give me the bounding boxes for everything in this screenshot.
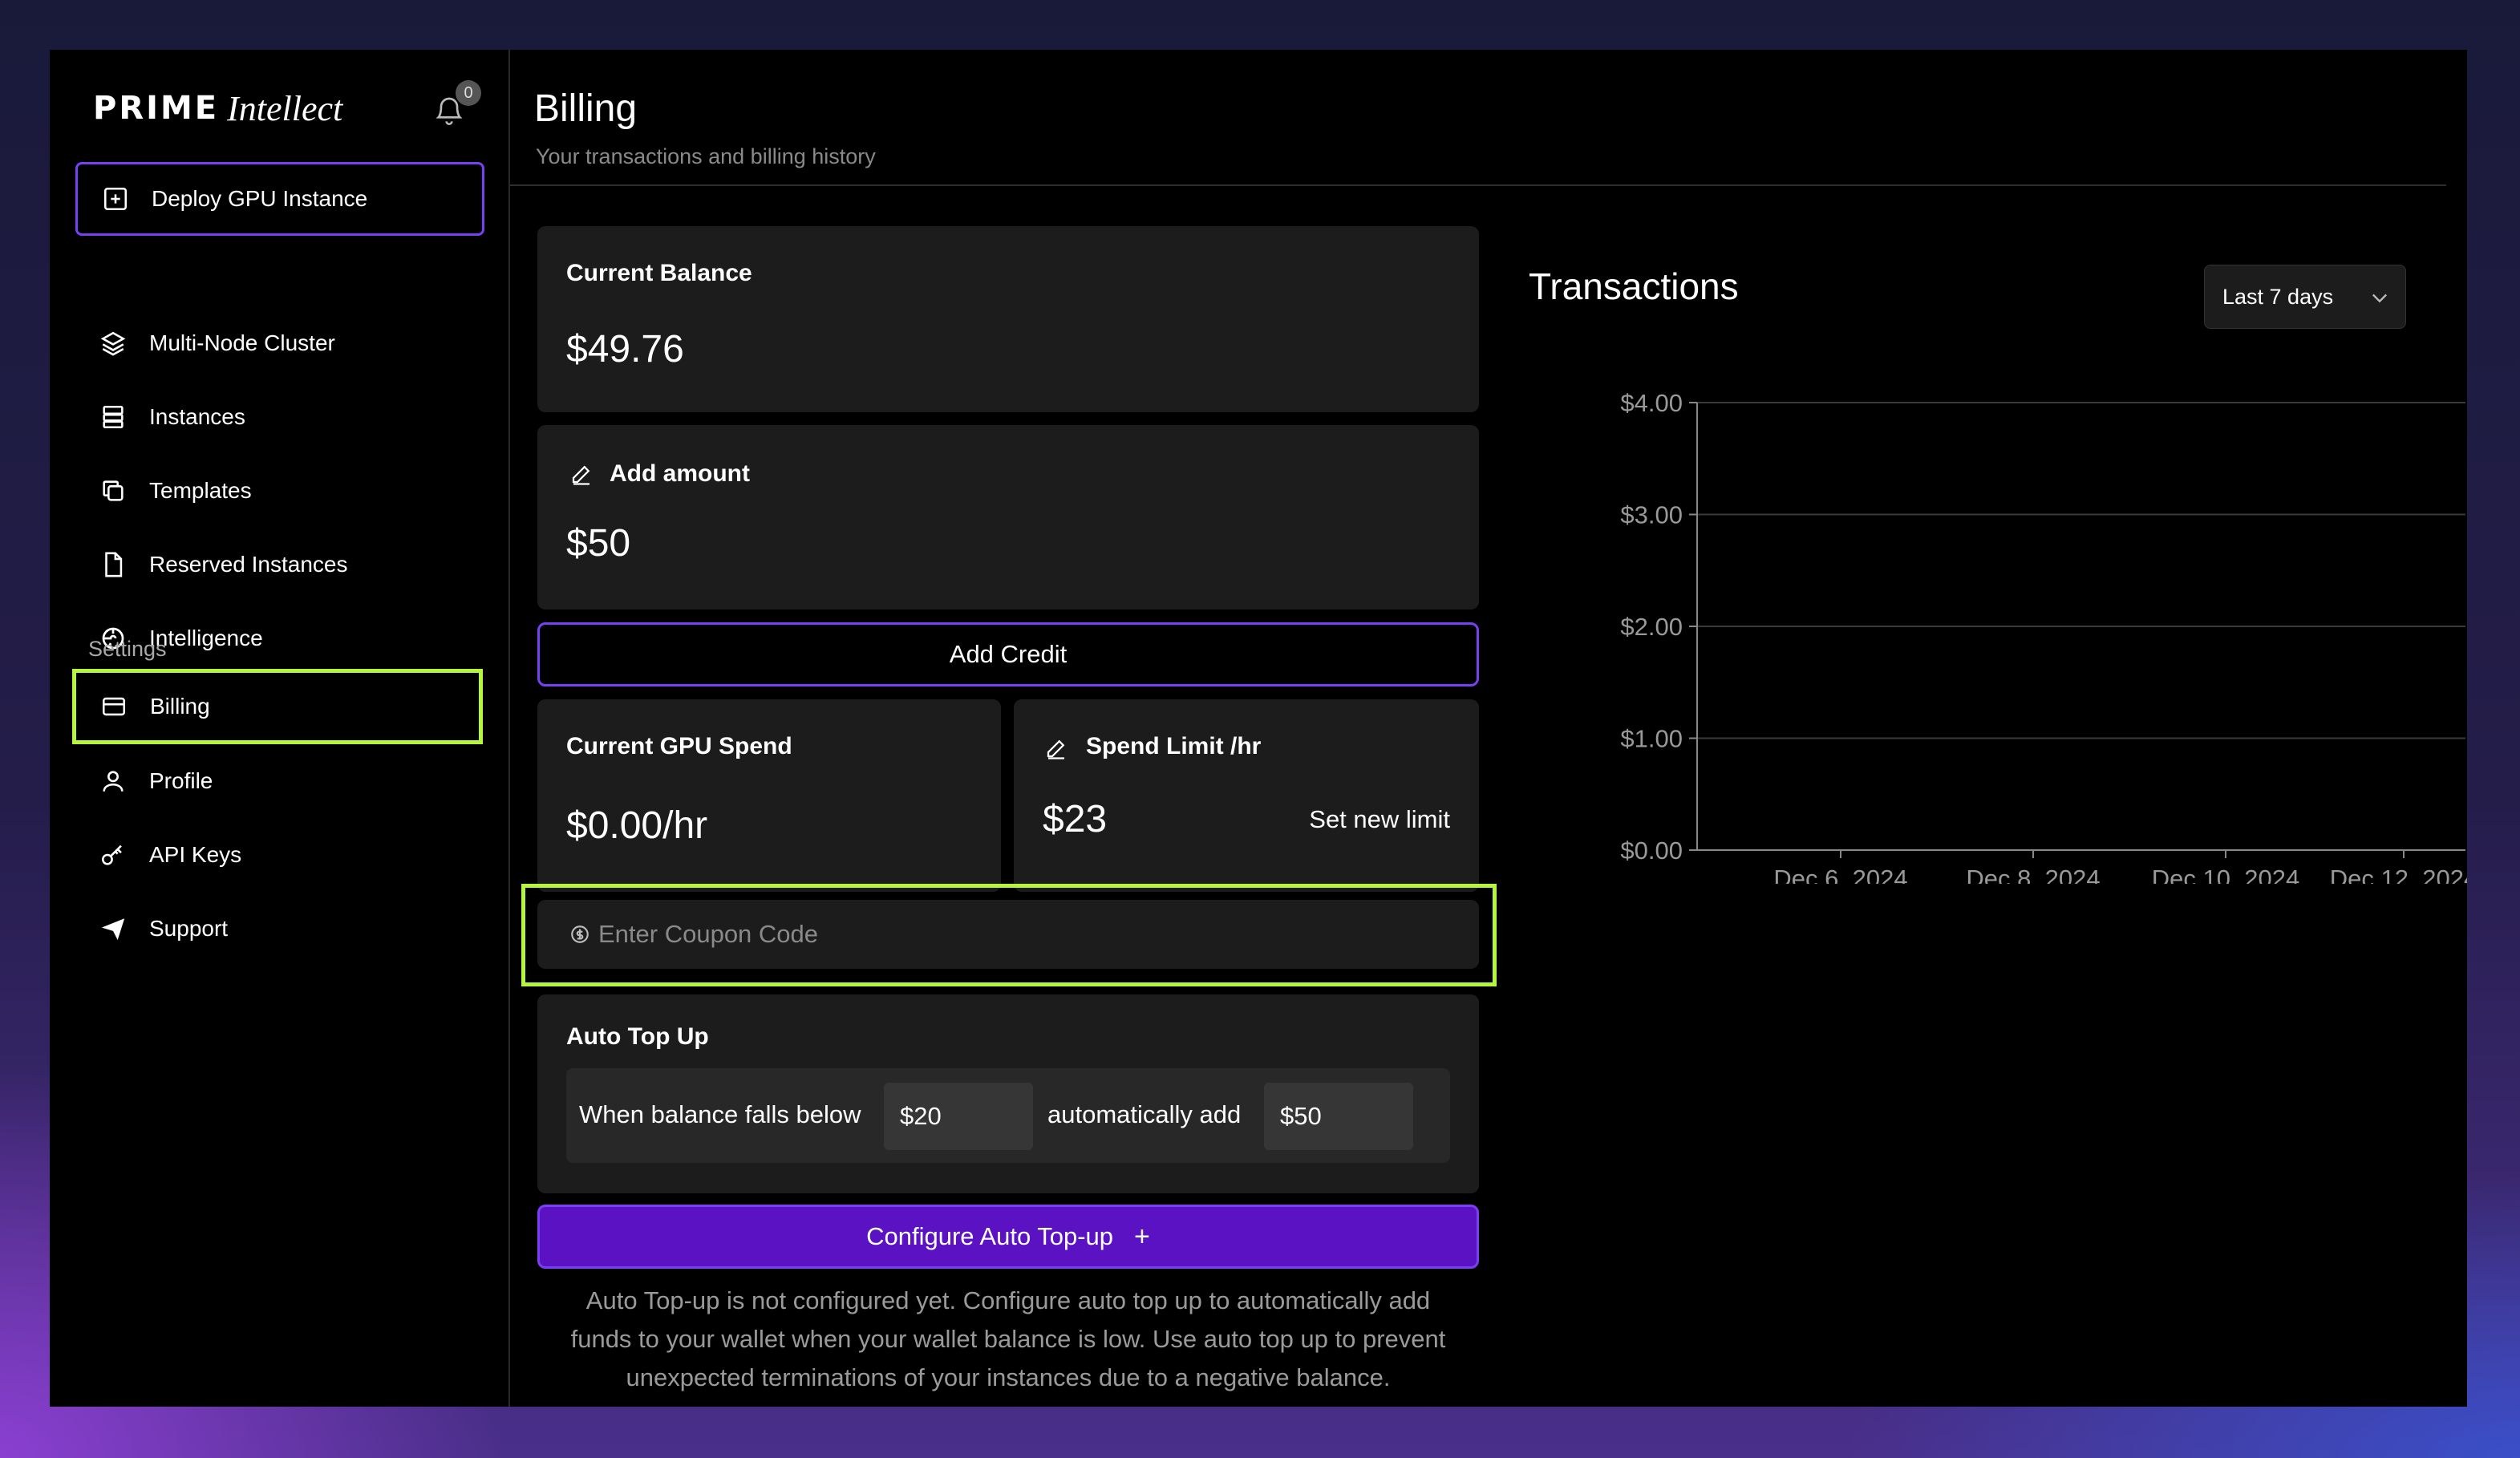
sidebar-item-label: Billing: [150, 694, 210, 719]
logo-intellect-text: Intellect: [227, 88, 343, 128]
y-tick-label: $4.00: [1620, 389, 1683, 417]
document-icon: [96, 548, 130, 581]
configure-auto-top-up-button[interactable]: Configure Auto Top-up +: [537, 1205, 1479, 1269]
gpu-spend-value: $0.00/hr: [566, 804, 708, 847]
sidebar-item-instances[interactable]: Instances: [88, 385, 481, 449]
auto-top-up-row: When balance falls below $20 automatical…: [566, 1068, 1450, 1163]
sidebar-item-label: Multi-Node Cluster: [149, 330, 335, 355]
sidebar-item-label: API Keys: [149, 842, 242, 867]
chevron-down-icon: [2372, 294, 2387, 303]
x-tick-label: Dec 8, 2024: [1966, 865, 2100, 884]
x-tick-label: Dec 6, 2024: [1773, 865, 1907, 884]
notifications-button[interactable]: 0: [430, 80, 481, 136]
sidebar-item-api-keys[interactable]: API Keys: [88, 823, 481, 887]
pencil-icon[interactable]: [1044, 736, 1068, 760]
copy-icon: [96, 474, 130, 508]
card-title: Current Balance: [566, 260, 752, 286]
x-tick-label: Dec 12, 2024: [2330, 865, 2467, 884]
sidebar: PRIME Intellect 0 Deploy GPU Instance Mu…: [50, 50, 510, 1407]
plus-square-icon: [103, 187, 128, 211]
sidebar-item-billing[interactable]: Billing: [72, 669, 483, 744]
plus-icon: +: [1134, 1221, 1150, 1252]
period-value: Last 7 days: [2222, 284, 2334, 309]
sidebar-item-profile[interactable]: Profile: [88, 749, 481, 813]
settings-section-label: Settings: [88, 637, 167, 661]
automatically-add-text: automatically add: [1047, 1100, 1242, 1128]
y-tick-label: $3.00: [1620, 501, 1683, 529]
key-icon: [96, 838, 130, 872]
user-icon: [96, 764, 130, 798]
x-tick-label: Dec 10, 2024: [2152, 865, 2299, 884]
add-amount-value[interactable]: $50: [566, 521, 630, 565]
sidebar-item-multi-node-cluster[interactable]: Multi-Node Cluster: [88, 311, 481, 375]
layers-icon: [96, 326, 130, 360]
pencil-icon[interactable]: [569, 462, 594, 486]
sidebar-item-label: Instances: [149, 404, 245, 429]
sidebar-item-label: Support: [149, 916, 229, 941]
add-amount-card[interactable]: Add amount $50: [537, 425, 1479, 610]
page-subtitle: Your transactions and billing history: [536, 144, 876, 168]
auto-top-up-note: Auto Top-up is not configured yet. Confi…: [570, 1286, 1446, 1391]
app-window: PRIME Intellect 0 Deploy GPU Instance Mu…: [50, 50, 2467, 1407]
card-title: Spend Limit /hr: [1086, 733, 1262, 759]
card-title: Add amount: [610, 460, 750, 487]
coin-icon: [571, 925, 589, 943]
logo-prime-text: PRIME: [93, 90, 220, 127]
page-title: Billing: [534, 87, 638, 130]
card-title: Auto Top Up: [566, 1023, 709, 1050]
transactions-title: Transactions: [1529, 265, 1739, 307]
sidebar-item-label: Profile: [149, 768, 213, 793]
current-gpu-spend-card: Current GPU Spend $0.00/hr: [537, 699, 1001, 892]
balance-value: $49.76: [566, 328, 684, 371]
threshold-input[interactable]: $20: [884, 1083, 1033, 1150]
current-balance-card: Current Balance $49.76: [537, 226, 1479, 412]
spend-limit-value: $23: [1043, 798, 1108, 840]
sidebar-item-support[interactable]: Support: [88, 897, 481, 961]
sidebar-item-reserved-instances[interactable]: Reserved Instances: [88, 533, 481, 597]
server-icon: [96, 400, 130, 434]
coupon-code-input[interactable]: [598, 920, 1320, 949]
y-tick-label: $0.00: [1620, 836, 1683, 865]
add-credit-button[interactable]: Add Credit: [537, 622, 1479, 686]
sidebar-item-templates[interactable]: Templates: [88, 459, 481, 523]
spend-limit-card: Spend Limit /hr $23 Set new limit: [1014, 699, 1479, 892]
card-title: Current GPU Spend: [566, 733, 792, 759]
y-tick-label: $2.00: [1620, 613, 1683, 641]
topup-amount-input[interactable]: $50: [1264, 1083, 1413, 1150]
credit-card-icon: [97, 690, 131, 723]
logo[interactable]: PRIME Intellect: [93, 80, 342, 136]
header-divider: [510, 184, 2446, 186]
configure-label: Configure Auto Top-up: [866, 1222, 1114, 1250]
below-threshold-text: When balance falls below: [579, 1100, 861, 1128]
set-new-limit-button[interactable]: Set new limit: [1309, 805, 1450, 834]
send-icon: [96, 912, 130, 946]
deploy-gpu-instance-button[interactable]: Deploy GPU Instance: [75, 162, 484, 236]
notification-count-badge: 0: [456, 80, 481, 106]
sidebar-item-label: Reserved Instances: [149, 552, 348, 577]
period-select[interactable]: Last 7 days: [2204, 265, 2406, 329]
coupon-field[interactable]: [537, 900, 1479, 969]
y-tick-label: $1.00: [1620, 725, 1683, 753]
deploy-label: Deploy GPU Instance: [152, 186, 368, 211]
transactions-chart: $0.00 $1.00 $2.00 $3.00 $4.00 Dec 6, 2024 Dec …: [1620, 389, 2467, 884]
sidebar-item-label: Templates: [149, 478, 252, 503]
auto-top-up-card: Auto Top Up When balance falls below $20…: [537, 994, 1479, 1193]
